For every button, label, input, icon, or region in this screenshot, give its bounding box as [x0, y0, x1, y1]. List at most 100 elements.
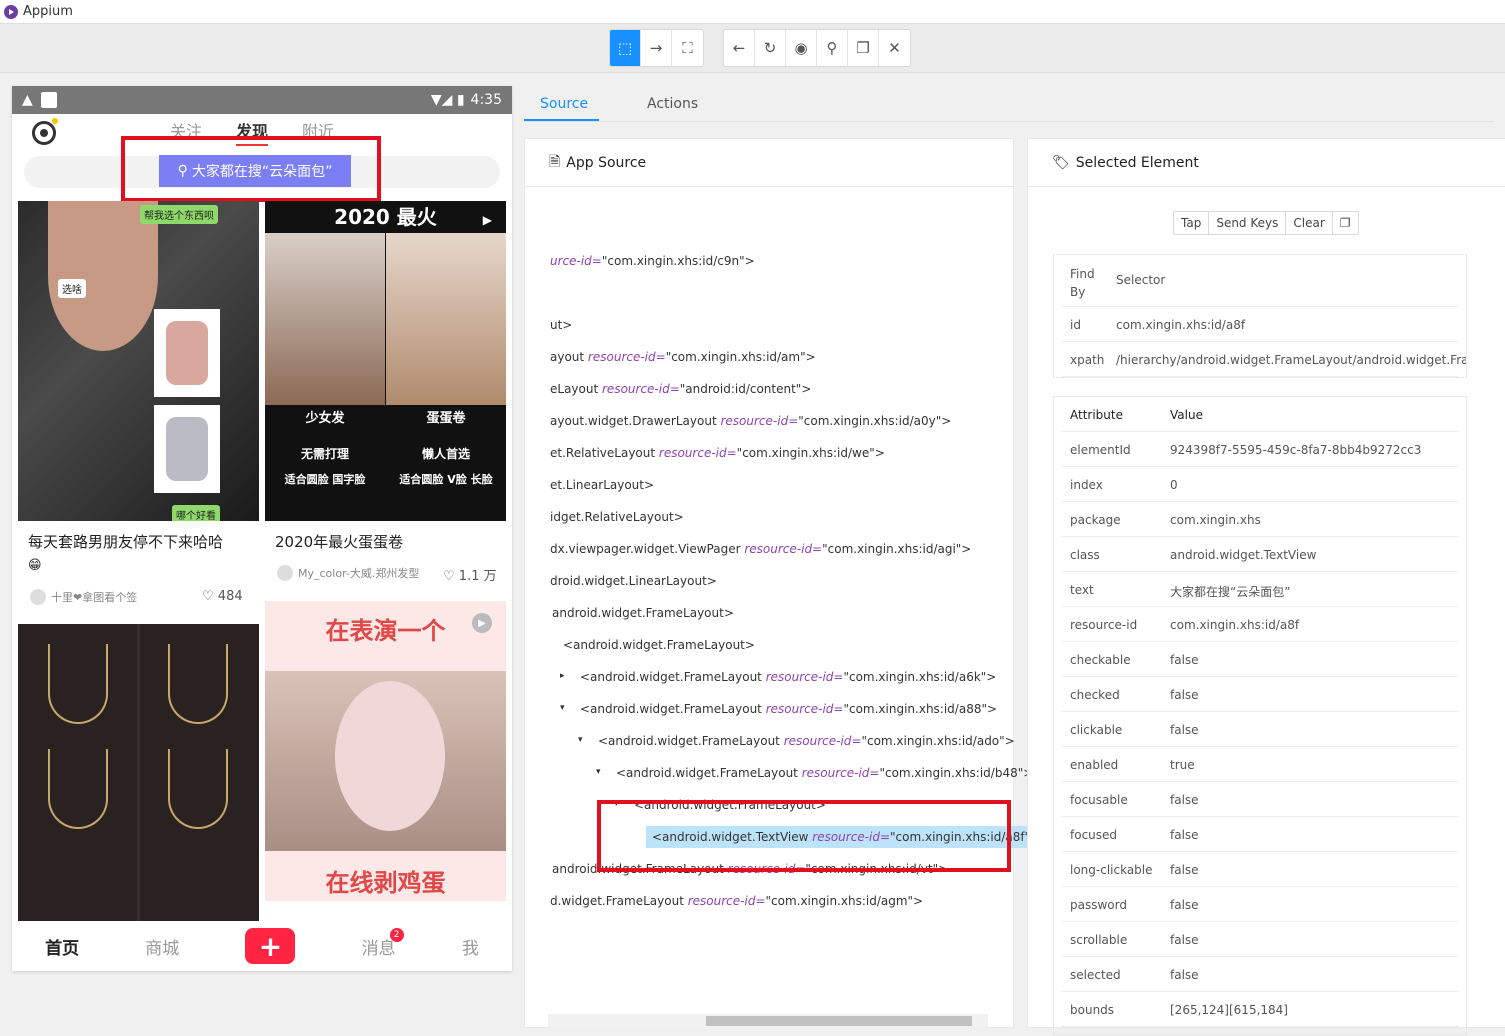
feed-card[interactable]: 2020 最火 ▶ 少女发 蛋蛋卷 无需打理 懒人首选 适合圆脸 国字脸 适合圆… [265, 201, 506, 591]
copy-icon[interactable]: ❐ [848, 30, 879, 66]
mode-button-group: ⬚ → ⛶ [609, 29, 704, 67]
tap-coordinates-icon[interactable]: ⛶ [672, 30, 703, 66]
source-node[interactable]: et.LinearLayout> [550, 478, 654, 492]
photo-left [265, 233, 385, 405]
tab-actions[interactable]: Actions [647, 96, 698, 112]
close-icon[interactable]: ✕ [879, 30, 910, 66]
attribute-row: focused false [1062, 817, 1458, 852]
necklace-shape [168, 644, 228, 724]
refresh-icon[interactable]: ↻ [755, 30, 786, 66]
feed-grid: 帮我选个东西呗 选啥 哪个好看 每天套路男朋友停不下来哈哈 😁 十里❤拿图看个签 … [18, 201, 506, 921]
nav-messages[interactable]: 消息 2 [362, 927, 404, 959]
app-source-panel: 🗎 App Source urce-id="com.xingin.xhs:id/c… [524, 138, 1047, 1028]
eye-icon[interactable]: ◉ [786, 30, 817, 66]
message-badge: 2 [389, 927, 404, 942]
device-screenshot[interactable]: ▲ ▼◢ ▮ 4:35 关注 发现 附近 ⚲ 大家都在搜“云朵面包” 帮我选个东… [12, 86, 512, 971]
caption: 蛋蛋卷 [426, 411, 466, 426]
source-node[interactable]: <android.widget.FrameLayout resource-id=… [616, 766, 1033, 780]
attribute-row: focusable false [1062, 782, 1458, 817]
horizontal-scrollbar[interactable] [548, 1014, 988, 1028]
source-node[interactable]: ayout.widget.DrawerLayout resource-id="c… [550, 414, 951, 428]
selection-red-box [121, 136, 381, 202]
card-image [18, 624, 259, 921]
expand-caret-icon[interactable]: ▸ [560, 671, 565, 681]
inspector-tabs: Source Actions [524, 86, 1494, 122]
back-icon[interactable]: ← [724, 30, 755, 66]
source-node[interactable]: android.widget.FrameLayout> [552, 606, 734, 620]
video-play-icon: ▶ [472, 613, 492, 633]
attribute-row: password false [1062, 887, 1458, 922]
source-node[interactable]: eLayout resource-id="android:id/content"… [550, 382, 811, 396]
copy-attributes-icon[interactable]: ❐ [1333, 212, 1358, 234]
find-by-table: Find By Selector id com.xingin.xhs:id/a8f … [1053, 254, 1467, 378]
expand-caret-icon[interactable]: ▾ [578, 735, 583, 745]
caption: 无需打理 [300, 447, 349, 461]
source-node[interactable]: <android.widget.FrameLayout> [563, 638, 755, 652]
source-node[interactable]: idget.RelativeLayout> [550, 510, 684, 524]
source-node[interactable]: ut> [550, 318, 572, 332]
attribute-row: package com.xingin.xhs [1062, 502, 1458, 537]
attribute-row: index 0 [1062, 467, 1458, 502]
source-node[interactable]: d.widget.FrameLayout resource-id="com.xi… [550, 894, 923, 908]
attribute-row: text 大家都在搜“云朵面包” [1062, 572, 1458, 607]
tap-button[interactable]: Tap [1174, 212, 1210, 234]
selection-red-box [597, 800, 1011, 872]
scrollbar-thumb[interactable] [706, 1016, 972, 1026]
feed-card[interactable] [18, 624, 259, 921]
status-time: 4:35 [470, 92, 502, 108]
attribute-row: scrollable false [1062, 922, 1458, 957]
card-title: 每天套路男朋友停不下来哈哈 😁 [28, 533, 224, 573]
overlay-tag: 帮我选个东西呗 [140, 205, 218, 224]
card-author[interactable]: My_color-大威.郑州发型 [277, 565, 419, 581]
source-node[interactable]: <android.widget.FrameLayout resource-id=… [580, 670, 996, 684]
source-node[interactable]: <android.widget.FrameLayout resource-id=… [598, 734, 1015, 748]
tab-source[interactable]: Source [540, 96, 588, 112]
source-node[interactable]: <android.widget.FrameLayout resource-id=… [580, 702, 997, 716]
clear-button[interactable]: Clear [1286, 212, 1333, 234]
tag-icon: 🏷 [1052, 154, 1070, 171]
heart-icon: ♡ [202, 589, 214, 604]
attribute-row: long-clickable false [1062, 852, 1458, 887]
caption: 适合圆脸 V脸 长脸 [399, 473, 493, 486]
necklace-shape [168, 749, 228, 829]
feed-card[interactable]: 帮我选个东西呗 选啥 哪个好看 每天套路男朋友停不下来哈哈 😁 十里❤拿图看个签 … [18, 201, 259, 611]
card-title: 2020年最火蛋蛋卷 [275, 533, 404, 551]
send-keys-button[interactable]: Send Keys [1209, 212, 1287, 234]
nav-mall[interactable]: 商城 [145, 934, 179, 959]
action-button-group: ← ↻ ◉ ⚲ ❐ ✕ [723, 29, 911, 67]
file-icon: 🗎 [549, 153, 561, 170]
expand-caret-icon[interactable]: ▾ [560, 703, 565, 713]
publish-button[interactable]: + [245, 928, 296, 964]
photo-right [386, 233, 506, 405]
card-image: 在表演一个 ▶ 在线剥鸡蛋 [265, 601, 506, 901]
camera-logo-icon[interactable] [32, 121, 56, 145]
select-element-icon[interactable]: ⬚ [610, 30, 641, 66]
like-count[interactable]: ♡ 1.1 万 [443, 565, 497, 584]
app-source-header: 🗎 App Source [525, 139, 1013, 187]
nav-home[interactable]: 首页 [45, 934, 79, 959]
nav-me[interactable]: 我 [462, 934, 479, 959]
source-node[interactable]: urce-id="com.xingin.xhs:id/c9n"> [550, 254, 755, 268]
video-play-icon: ▶ [482, 213, 492, 227]
window-titlebar: Appium [0, 0, 1505, 24]
source-node[interactable]: et.RelativeLayout resource-id="com.xingi… [550, 446, 885, 460]
expand-caret-icon[interactable]: ▾ [596, 767, 601, 777]
feed-card[interactable]: 在表演一个 ▶ 在线剥鸡蛋 [265, 601, 506, 921]
search-icon[interactable]: ⚲ [817, 30, 848, 66]
overlay-tag: 选啥 [58, 279, 86, 298]
like-count[interactable]: ♡ 484 [202, 589, 243, 604]
source-node[interactable]: ayout resource-id="com.xingin.xhs:id/am"… [550, 350, 816, 364]
attribute-row: bounds [265,124][615,184] [1062, 992, 1458, 1027]
swipe-icon[interactable]: → [641, 30, 672, 66]
selected-element-panel: 🏷 Selected Element Tap Send Keys Clear ❐ … [1027, 138, 1505, 1036]
card-author[interactable]: 十里❤拿图看个签 [30, 589, 137, 605]
card-image: 2020 最火 ▶ 少女发 蛋蛋卷 无需打理 懒人首选 适合圆脸 国字脸 适合圆… [265, 201, 506, 521]
attribute-row: checkable false [1062, 642, 1458, 677]
bottom-nav: 首页 商城 + 消息 2 我 [12, 921, 512, 971]
notification-icon [40, 92, 57, 108]
source-node[interactable]: droid.widget.LinearLayout> [550, 574, 717, 588]
window-title: Appium [23, 4, 73, 19]
source-node[interactable]: dx.viewpager.widget.ViewPager resource-i… [550, 542, 971, 556]
caption: 懒人首选 [421, 447, 470, 461]
active-tab-indicator [524, 119, 599, 121]
